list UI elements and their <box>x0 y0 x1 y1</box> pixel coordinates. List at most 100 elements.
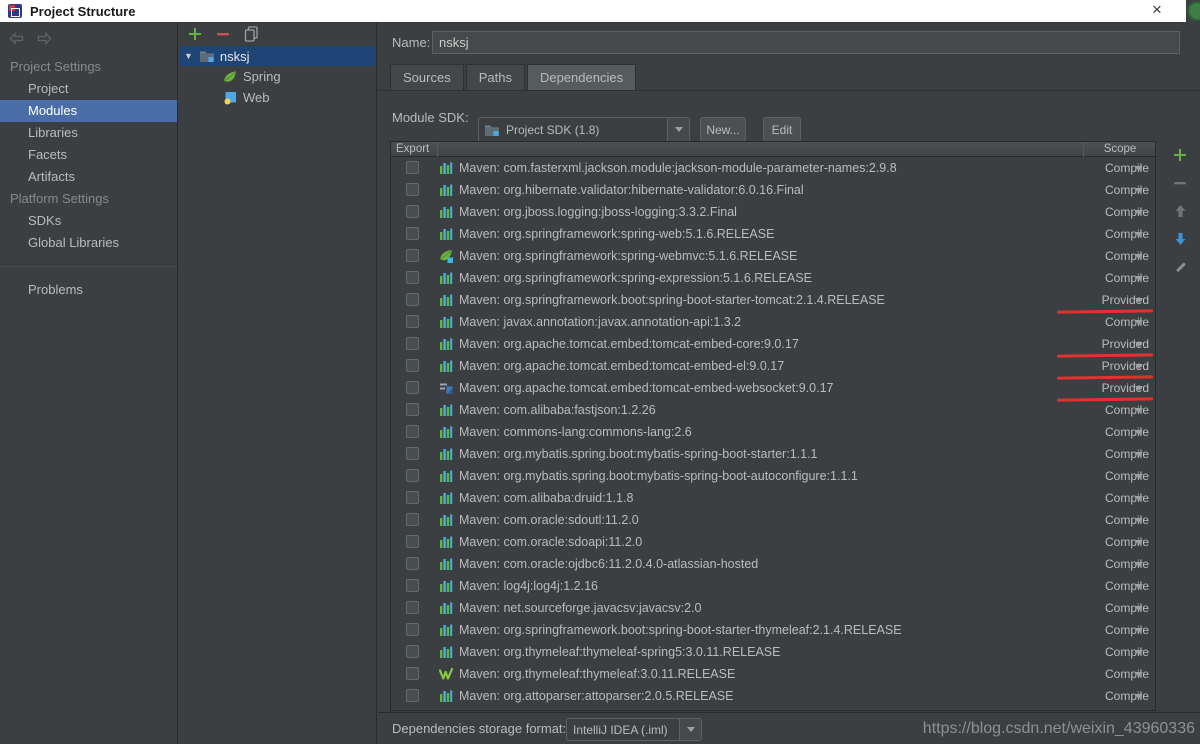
export-checkbox[interactable] <box>406 381 419 394</box>
dependency-row[interactable]: Maven: org.springframework:spring-expres… <box>391 267 1155 289</box>
module-sdk-select[interactable]: Project SDK (1.8) <box>478 117 690 142</box>
add-module-icon[interactable] <box>187 26 203 42</box>
scope-column-header[interactable]: Scope <box>1083 143 1155 155</box>
storage-format-select[interactable]: IntelliJ IDEA (.iml) <box>566 718 702 741</box>
chevron-down-icon[interactable] <box>1135 386 1143 391</box>
chevron-down-icon[interactable] <box>1135 672 1143 677</box>
chevron-down-icon[interactable] <box>1135 276 1143 281</box>
tab-paths[interactable]: Paths <box>465 64 525 90</box>
chevron-down-icon[interactable] <box>1135 320 1143 325</box>
chevron-down-icon[interactable] <box>1135 298 1143 303</box>
dependency-row[interactable]: Maven: com.oracle:sdoutl:11.2.0 Compile <box>391 509 1155 531</box>
move-up-icon[interactable] <box>1169 200 1191 222</box>
export-checkbox[interactable] <box>406 667 419 680</box>
tree-item-web[interactable]: Web <box>179 87 376 108</box>
dependency-row[interactable]: Maven: org.springframework:spring-webmvc… <box>391 245 1155 267</box>
storage-format-dropdown-button[interactable] <box>679 719 701 740</box>
edit-sdk-button[interactable]: Edit <box>763 117 801 142</box>
dependency-row-partial[interactable] <box>391 707 1155 710</box>
tree-item-nsksj[interactable]: ▼ nsksj <box>179 46 376 66</box>
remove-dependency-icon[interactable] <box>1169 172 1191 194</box>
dependency-row[interactable]: Maven: org.thymeleaf:thymeleaf:3.0.11.RE… <box>391 663 1155 685</box>
dependency-row[interactable]: Maven: org.springframework:spring-web:5.… <box>391 223 1155 245</box>
tree-item-spring[interactable]: Spring <box>179 66 376 87</box>
chevron-down-icon[interactable] <box>1135 430 1143 435</box>
chevron-down-icon[interactable] <box>1135 408 1143 413</box>
dependency-row[interactable]: Maven: org.hibernate.validator:hibernate… <box>391 179 1155 201</box>
copy-module-icon[interactable] <box>243 26 259 42</box>
new-sdk-button[interactable]: New... <box>700 117 746 142</box>
chevron-down-icon[interactable] <box>1135 518 1143 523</box>
dependency-row[interactable]: Maven: net.sourceforge.javacsv:javacsv:2… <box>391 597 1155 619</box>
export-checkbox[interactable] <box>406 183 419 196</box>
add-dependency-icon[interactable] <box>1169 144 1191 166</box>
sidebar-item-facets[interactable]: Facets <box>0 144 177 166</box>
export-checkbox[interactable] <box>406 535 419 548</box>
dependency-row[interactable]: Maven: log4j:log4j:1.2.16 Compile <box>391 575 1155 597</box>
export-checkbox[interactable] <box>406 579 419 592</box>
tab-sources[interactable]: Sources <box>390 64 464 90</box>
chevron-down-icon[interactable] <box>1135 474 1143 479</box>
export-checkbox[interactable] <box>406 645 419 658</box>
dependency-row[interactable]: Maven: org.mybatis.spring.boot:mybatis-s… <box>391 465 1155 487</box>
dependency-row[interactable]: Maven: com.fasterxml.jackson.module:jack… <box>391 157 1155 179</box>
export-checkbox[interactable] <box>406 271 419 284</box>
dependency-row[interactable]: Maven: org.apache.tomcat.embed:tomcat-em… <box>391 377 1155 402</box>
module-name-input[interactable] <box>432 31 1180 54</box>
export-checkbox[interactable] <box>406 403 419 416</box>
dependency-row[interactable]: Maven: org.mybatis.spring.boot:mybatis-s… <box>391 443 1155 465</box>
dependency-row[interactable]: Maven: org.attoparser:attoparser:2.0.5.R… <box>391 685 1155 707</box>
export-checkbox[interactable] <box>406 249 419 262</box>
dependency-row[interactable]: Maven: com.oracle:sdoapi:11.2.0 Compile <box>391 531 1155 553</box>
chevron-down-icon[interactable] <box>1135 694 1143 699</box>
export-checkbox[interactable] <box>406 205 419 218</box>
chevron-down-icon[interactable] <box>1135 232 1143 237</box>
export-checkbox[interactable] <box>406 513 419 526</box>
export-checkbox[interactable] <box>406 227 419 240</box>
chevron-down-icon[interactable]: ▼ <box>179 51 199 61</box>
chevron-down-icon[interactable] <box>1135 452 1143 457</box>
export-checkbox[interactable] <box>406 315 419 328</box>
export-checkbox[interactable] <box>406 337 419 350</box>
tab-dependencies[interactable]: Dependencies <box>526 64 637 90</box>
export-checkbox[interactable] <box>406 161 419 174</box>
close-icon[interactable]: × <box>1146 0 1168 22</box>
sidebar-item-modules[interactable]: Modules <box>0 100 177 122</box>
export-column-header[interactable]: Export <box>396 143 429 155</box>
dependency-row[interactable]: Maven: org.thymeleaf:thymeleaf-spring5:3… <box>391 641 1155 663</box>
chevron-down-icon[interactable] <box>1135 342 1143 347</box>
chevron-down-icon[interactable] <box>1135 562 1143 567</box>
export-checkbox[interactable] <box>406 689 419 702</box>
dependency-row[interactable]: Maven: org.apache.tomcat.embed:tomcat-em… <box>391 355 1155 380</box>
sidebar-item-sdks[interactable]: SDKs <box>0 210 177 232</box>
chevron-down-icon[interactable] <box>1135 166 1143 171</box>
dependency-row[interactable]: Maven: commons-lang:commons-lang:2.6 Comp… <box>391 421 1155 443</box>
chevron-down-icon[interactable] <box>1135 606 1143 611</box>
dependency-row[interactable]: Maven: com.alibaba:druid:1.1.8 Compile <box>391 487 1155 509</box>
remove-module-icon[interactable] <box>215 26 231 42</box>
chevron-down-icon[interactable] <box>1135 584 1143 589</box>
dependency-row[interactable]: Maven: org.springframework.boot:spring-b… <box>391 289 1155 314</box>
dependency-row[interactable]: Maven: org.apache.tomcat.embed:tomcat-em… <box>391 333 1155 358</box>
move-down-icon[interactable] <box>1169 228 1191 250</box>
export-checkbox[interactable] <box>406 469 419 482</box>
chevron-down-icon[interactable] <box>1135 496 1143 501</box>
chevron-down-icon[interactable] <box>1135 650 1143 655</box>
export-checkbox[interactable] <box>406 447 419 460</box>
chevron-down-icon[interactable] <box>1135 628 1143 633</box>
chevron-down-icon[interactable] <box>1135 188 1143 193</box>
chevron-down-icon[interactable] <box>1135 540 1143 545</box>
sidebar-item-global-libraries[interactable]: Global Libraries <box>0 232 177 254</box>
dependency-row[interactable]: Maven: com.alibaba:fastjson:1.2.26 Compil… <box>391 399 1155 421</box>
export-checkbox[interactable] <box>406 359 419 372</box>
chevron-down-icon[interactable] <box>1135 254 1143 259</box>
back-arrow-icon[interactable] <box>8 30 24 46</box>
forward-arrow-icon[interactable] <box>36 30 52 46</box>
export-checkbox[interactable] <box>406 623 419 636</box>
export-checkbox[interactable] <box>406 557 419 570</box>
sdk-dropdown-button[interactable] <box>667 118 689 141</box>
edit-dependency-icon[interactable] <box>1169 256 1191 278</box>
export-checkbox[interactable] <box>406 601 419 614</box>
export-checkbox[interactable] <box>406 491 419 504</box>
sidebar-item-artifacts[interactable]: Artifacts <box>0 166 177 188</box>
